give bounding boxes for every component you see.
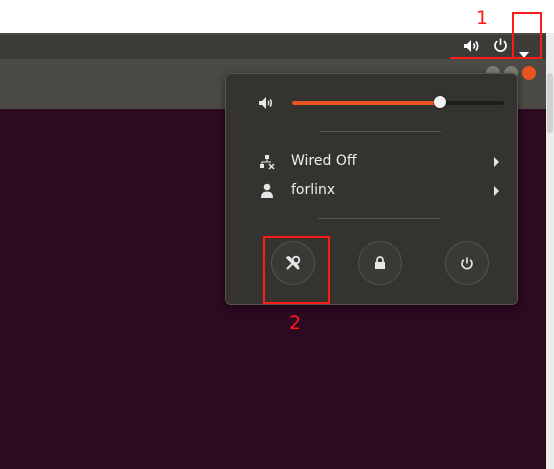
user-label: forlinx (291, 182, 336, 198)
menu-separator (318, 218, 441, 219)
power-icon (461, 257, 473, 269)
annotation-number-2: 2 (289, 312, 302, 334)
speaker-icon (258, 95, 274, 114)
speaker-icon[interactable] (463, 38, 481, 57)
annotation-number-1: 1 (476, 7, 489, 29)
menu-item-user[interactable]: forlinx (226, 177, 515, 205)
volume-slider[interactable] (292, 96, 504, 108)
power-icon[interactable] (493, 37, 508, 57)
menu-item-wired-network[interactable]: Wired Off (226, 148, 515, 176)
wired-network-icon (259, 154, 275, 174)
annotation-underline-1 (450, 57, 540, 59)
wired-network-label: Wired Off (291, 153, 357, 169)
close-window-button[interactable] (522, 66, 536, 80)
scrollbar-thumb[interactable] (547, 73, 553, 133)
lock-icon (375, 256, 385, 269)
annotation-box-2 (263, 236, 330, 304)
lock-button[interactable] (358, 241, 402, 285)
user-icon (261, 183, 273, 202)
submenu-arrow-icon (494, 186, 499, 196)
annotation-box-1 (512, 12, 542, 59)
volume-slider-fill (292, 101, 441, 105)
submenu-arrow-icon (494, 157, 499, 167)
power-off-button[interactable] (445, 241, 489, 285)
top-panel-highlight (0, 33, 546, 35)
menu-separator (320, 131, 441, 132)
right-scrollbar[interactable] (546, 33, 554, 469)
browser-top-bar (0, 0, 554, 34)
